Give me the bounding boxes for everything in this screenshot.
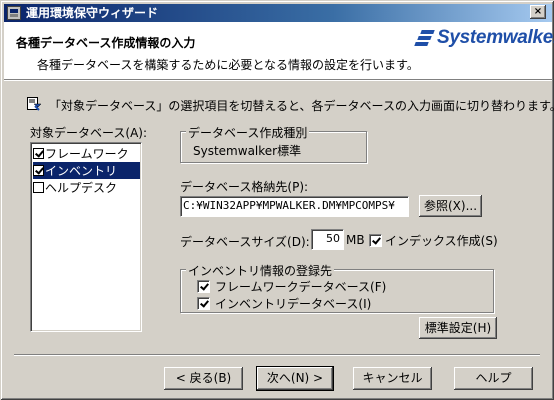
index-create-checkbox[interactable] [369, 234, 382, 247]
db-type-title: データベース作成種別 [186, 124, 310, 141]
logo-mark-icon [414, 28, 435, 48]
framework-db-option[interactable]: フレームワークデータベース(F) [197, 278, 386, 295]
footer-divider [14, 354, 540, 356]
help-button[interactable]: ヘルプ [454, 367, 533, 390]
list-item-inventory[interactable]: インベントリ [33, 162, 140, 179]
helpdesk-checkbox[interactable] [33, 182, 44, 193]
db-size-unit: MB [346, 233, 365, 247]
list-item-helpdesk[interactable]: ヘルプデスク [33, 179, 140, 196]
db-type-value: Systemwalker標準 [193, 144, 302, 158]
inventory-db-label: インベントリデータベース(I) [215, 297, 372, 311]
header-divider [4, 79, 552, 81]
title-bar[interactable]: 運用環境保守ウィザード [4, 4, 552, 22]
db-size-label: データベースサイズ(D): [180, 235, 310, 249]
back-button[interactable]: < 戻る(B) [164, 367, 243, 390]
framework-db-checkbox[interactable] [197, 280, 210, 293]
target-db-label: 対象データベース(A): [30, 126, 148, 140]
db-location-label: データベース格納先(P): [180, 180, 309, 194]
info-document-icon [27, 97, 42, 111]
inventory-db-checkbox[interactable] [197, 297, 210, 310]
info-message: 「対象データベース」の選択項目を切替えると、各データベースの入力画面に切り替わり… [49, 99, 554, 113]
list-item-label: フレームワーク [45, 147, 129, 161]
index-create-option[interactable]: インデックス作成(S) [369, 232, 498, 249]
inventory-db-option[interactable]: インベントリデータベース(I) [197, 295, 371, 312]
list-item-label: ヘルプデスク [45, 181, 118, 195]
page-subtitle: 各種データベースを構築するために必要となる情報の設定を行います。 [37, 58, 419, 72]
inventory-reg-title: インベントリ情報の登録先 [186, 262, 335, 279]
close-button[interactable]: × [530, 5, 546, 19]
list-item-framework[interactable]: フレームワーク [33, 145, 140, 162]
systemwalker-logo: Systemwalker [414, 26, 554, 50]
target-db-listbox[interactable]: フレームワーク インベントリ ヘルプデスク [30, 142, 142, 332]
app-icon [7, 6, 21, 20]
db-size-input[interactable]: 50 [311, 229, 344, 250]
page-title: 各種データベース作成情報の入力 [16, 36, 196, 50]
logo-text: Systemwalker [437, 27, 554, 48]
list-item-label: インベントリ [45, 164, 118, 178]
cancel-button[interactable]: キャンセル [353, 367, 432, 390]
wizard-window: 運用環境保守ウィザード × 各種データベース作成情報の入力 各種データベースを構… [0, 0, 554, 400]
db-location-input[interactable]: C:¥WIN32APP¥MPWALKER.DM¥MPCOMPS¥ [180, 196, 409, 217]
wizard-header: 各種データベース作成情報の入力 各種データベースを構築するために必要となる情報の… [4, 22, 554, 79]
default-settings-button[interactable]: 標準設定(H) [419, 317, 497, 339]
window-title: 運用環境保守ウィザード [26, 6, 159, 20]
next-button[interactable]: 次へ(N) > [256, 366, 334, 391]
browse-button[interactable]: 参照(X)... [419, 195, 482, 217]
inventory-checkbox[interactable] [33, 165, 44, 176]
index-create-label: インデックス作成(S) [385, 234, 498, 248]
framework-db-label: フレームワークデータベース(F) [215, 280, 387, 294]
framework-checkbox[interactable] [33, 148, 44, 159]
